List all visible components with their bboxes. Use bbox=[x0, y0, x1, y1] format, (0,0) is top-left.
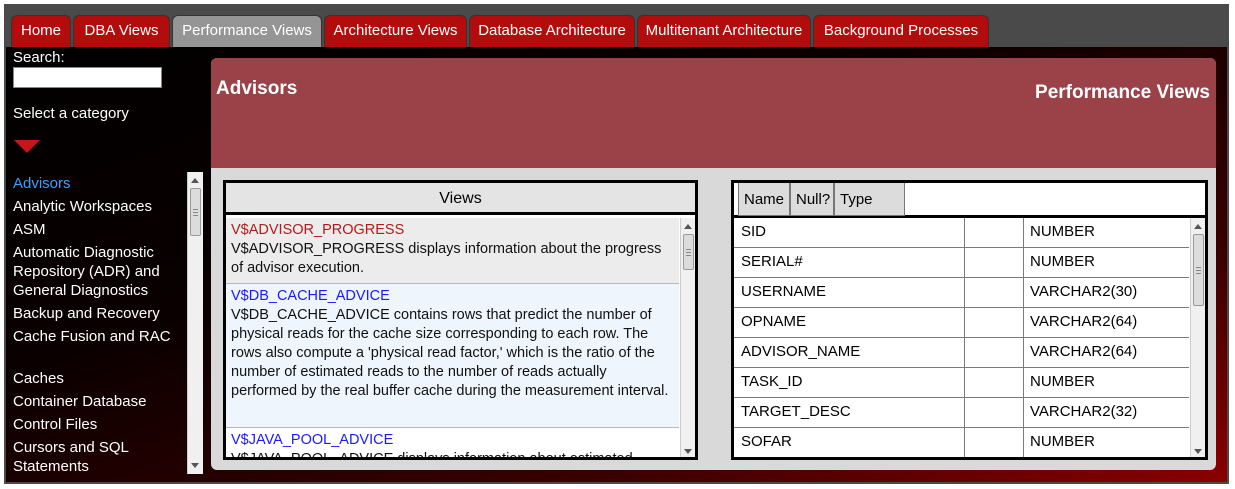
columns-header: Name Null? Type bbox=[734, 183, 1205, 218]
column-name: USERNAME bbox=[741, 283, 827, 300]
columns-table: SID NUMBER SERIAL# NUMBER USERNAME VARCH… bbox=[734, 218, 1189, 457]
column-type: NUMBER bbox=[1030, 433, 1096, 450]
column-type: VARCHAR2(64) bbox=[1030, 343, 1138, 360]
category-item-container-database[interactable]: Container Database bbox=[13, 392, 183, 411]
view-name: V$JAVA_POOL_ADVICE bbox=[231, 432, 394, 448]
column-null bbox=[964, 338, 1024, 367]
column-null bbox=[964, 368, 1024, 397]
column-header-name[interactable]: Name bbox=[738, 183, 790, 216]
tab-database-architecture[interactable]: Database Architecture bbox=[469, 15, 635, 47]
column-type: VARCHAR2(30) bbox=[1030, 283, 1138, 300]
category-item-adr[interactable]: Automatic Diagnostic Repository (ADR) an… bbox=[13, 243, 183, 300]
column-name: SID bbox=[741, 223, 767, 240]
column-type: VARCHAR2(64) bbox=[1030, 313, 1138, 330]
column-type: VARCHAR2(32) bbox=[1030, 403, 1138, 420]
column-name: TARGET_DESC bbox=[741, 403, 851, 420]
scroll-up-arrow-icon[interactable] bbox=[684, 224, 692, 229]
column-name: SOFAR bbox=[741, 433, 792, 450]
column-type: NUMBER bbox=[1030, 223, 1096, 240]
scrollbar-thumb[interactable] bbox=[1193, 234, 1204, 306]
view-item-db-cache-advice[interactable]: V$DB_CACHE_ADVICE V$DB_CACHE_ADVICE cont… bbox=[226, 284, 679, 428]
app-frame: Home DBA Views Performance Views Archite… bbox=[4, 4, 1229, 484]
tab-background-processes[interactable]: Background Processes bbox=[813, 15, 989, 47]
column-null bbox=[964, 308, 1024, 337]
view-name: V$ADVISOR_PROGRESS bbox=[231, 222, 405, 238]
section-title: Performance Views bbox=[1035, 82, 1210, 103]
column-null bbox=[964, 428, 1024, 457]
view-name: V$DB_CACHE_ADVICE bbox=[231, 288, 390, 304]
table-row: ADVISOR_NAME VARCHAR2(64) bbox=[734, 338, 1189, 368]
views-header: Views bbox=[226, 183, 695, 215]
column-null bbox=[964, 248, 1024, 277]
category-item-analytic-workspaces[interactable]: Analytic Workspaces bbox=[13, 197, 183, 216]
category-dropdown-arrow-icon[interactable] bbox=[14, 140, 40, 153]
category-list: Advisors Analytic Workspaces ASM Automat… bbox=[6, 168, 206, 478]
search-label: Search: bbox=[13, 49, 65, 66]
table-row: SID NUMBER bbox=[734, 218, 1189, 248]
search-input[interactable] bbox=[13, 67, 162, 88]
table-row: USERNAME VARCHAR2(30) bbox=[734, 278, 1189, 308]
category-item-caches[interactable]: Caches bbox=[13, 369, 183, 388]
scroll-up-arrow-icon[interactable] bbox=[191, 178, 199, 183]
column-null bbox=[964, 398, 1024, 427]
table-row: TARGET_DESC VARCHAR2(32) bbox=[734, 398, 1189, 428]
tab-bar: Home DBA Views Performance Views Archite… bbox=[6, 6, 1227, 47]
scrollbar-thumb[interactable] bbox=[683, 234, 694, 270]
category-item-advisors[interactable]: Advisors bbox=[13, 174, 183, 193]
views-list: V$ADVISOR_PROGRESS V$ADVISOR_PROGRESS di… bbox=[226, 218, 679, 460]
tab-multitenant-architecture[interactable]: Multitenant Architecture bbox=[637, 15, 811, 47]
category-item-cursors-and-sql[interactable]: Cursors and SQL Statements bbox=[13, 438, 183, 476]
column-name: ADVISOR_NAME bbox=[741, 343, 861, 360]
tab-performance-views[interactable]: Performance Views bbox=[172, 15, 322, 47]
scroll-down-arrow-icon[interactable] bbox=[191, 463, 199, 468]
category-item-cache-fusion-and-rac[interactable]: Cache Fusion and RAC bbox=[13, 327, 183, 346]
view-description: V$DB_CACHE_ADVICE contains rows that pre… bbox=[231, 307, 669, 399]
view-item-java-pool-advice[interactable]: V$JAVA_POOL_ADVICE V$JAVA_POOL_ADVICE di… bbox=[226, 428, 679, 460]
category-item-control-files[interactable]: Control Files bbox=[13, 415, 183, 434]
view-item-advisor-progress[interactable]: V$ADVISOR_PROGRESS V$ADVISOR_PROGRESS di… bbox=[226, 218, 679, 284]
category-scrollbar[interactable] bbox=[187, 172, 203, 474]
column-header-null[interactable]: Null? bbox=[790, 183, 834, 216]
main-header: Advisors Performance Views bbox=[211, 58, 1216, 168]
column-null bbox=[964, 278, 1024, 307]
scroll-down-arrow-icon[interactable] bbox=[684, 449, 692, 454]
view-description: V$JAVA_POOL_ADVICE displays information … bbox=[231, 451, 633, 460]
columns-scrollbar[interactable] bbox=[1190, 218, 1205, 457]
tab-architecture-views[interactable]: Architecture Views bbox=[324, 15, 467, 47]
column-name: TASK_ID bbox=[741, 373, 803, 390]
scroll-up-arrow-icon[interactable] bbox=[1194, 224, 1202, 229]
table-row: OPNAME VARCHAR2(64) bbox=[734, 308, 1189, 338]
tab-dba-views[interactable]: DBA Views bbox=[73, 15, 170, 47]
column-header-type[interactable]: Type bbox=[834, 183, 905, 216]
column-name: SERIAL# bbox=[741, 253, 803, 270]
column-type: NUMBER bbox=[1030, 373, 1096, 390]
column-name: OPNAME bbox=[741, 313, 807, 330]
sidebar: Search: Select a category Advisors Analy… bbox=[6, 47, 206, 482]
table-row: SERIAL# NUMBER bbox=[734, 248, 1189, 278]
main-panel: Advisors Performance Views Views V$ADVIS… bbox=[211, 58, 1216, 470]
category-item-backup-and-recovery[interactable]: Backup and Recovery bbox=[13, 304, 183, 323]
views-panel: Views V$ADVISOR_PROGRESS V$ADVISOR_PROGR… bbox=[223, 180, 698, 460]
scroll-down-arrow-icon[interactable] bbox=[1194, 449, 1202, 454]
columns-panel: Name Null? Type SID NUMBER SERIAL# NUMBE… bbox=[731, 180, 1208, 460]
tab-home[interactable]: Home bbox=[11, 15, 71, 47]
page-title: Advisors bbox=[216, 78, 298, 99]
view-description: V$ADVISOR_PROGRESS displays information … bbox=[231, 241, 662, 276]
table-row: TASK_ID NUMBER bbox=[734, 368, 1189, 398]
column-type: NUMBER bbox=[1030, 253, 1096, 270]
column-null bbox=[964, 218, 1024, 247]
category-label: Select a category bbox=[13, 105, 129, 122]
table-row: SOFAR NUMBER bbox=[734, 428, 1189, 457]
views-scrollbar[interactable] bbox=[680, 218, 695, 457]
category-item-asm[interactable]: ASM bbox=[13, 220, 183, 239]
scrollbar-thumb[interactable] bbox=[190, 188, 201, 236]
